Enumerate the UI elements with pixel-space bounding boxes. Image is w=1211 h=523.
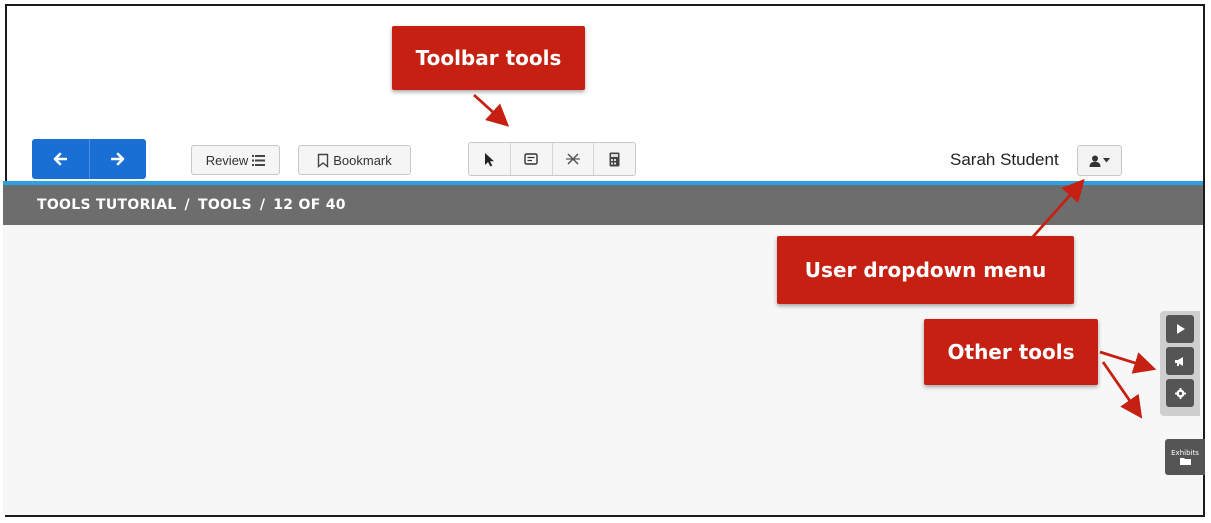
exhibits-button[interactable]: Exhibits [1165,439,1205,475]
callout-other-tools: Other tools [924,319,1098,385]
navigation-buttons [32,139,146,179]
calculator-tool[interactable] [593,143,635,175]
callout-other-text: Other tools [947,340,1075,364]
user-icon [1089,155,1101,167]
review-label: Review [205,152,249,168]
callout-user-dropdown: User dropdown menu [777,236,1074,304]
user-name: Sarah Student [950,150,1059,169]
caret-down-icon [1103,158,1110,163]
play-icon [1176,324,1185,334]
toolbar-tools [468,142,636,176]
breadcrumb-page: TOOLS [197,197,252,213]
folder-icon [1179,458,1191,465]
other-tools-panel [1160,311,1200,416]
breadcrumb-progress: 12 OF 40 [273,197,346,213]
review-button[interactable]: Review [191,145,280,175]
gear-icon [1174,387,1186,399]
strikethrough-icon [565,153,580,165]
strikethrough-tool[interactable] [551,143,594,175]
breadcrumb: TOOLS TUTORIAL / TOOLS / 12 OF 40 [3,185,1203,225]
note-tool[interactable] [509,143,552,175]
bookmark-label: Bookmark [333,152,392,168]
megaphone-icon [1175,356,1183,366]
breadcrumb-section: TOOLS TUTORIAL [37,197,177,213]
exhibits-label: Exhibits [1171,449,1199,457]
breadcrumb-separator: / [184,197,190,213]
bookmark-button[interactable]: Bookmark [298,145,411,175]
callout-toolbar-tools: Toolbar tools [392,26,585,90]
callout-toolbar-text: Toolbar tools [415,46,562,70]
user-dropdown-button[interactable] [1077,145,1122,176]
pointer-tool[interactable] [469,143,510,175]
arrow-left-icon [53,152,68,166]
bookmark-icon [318,153,329,168]
announcement-button[interactable] [1166,347,1194,375]
forward-button[interactable] [88,139,147,179]
calculator-icon [609,152,620,166]
note-icon [524,152,538,165]
callout-user-text: User dropdown menu [804,258,1047,282]
pointer-icon [485,152,495,166]
list-icon [252,154,266,166]
breadcrumb-separator: / [259,197,266,213]
arrow-right-icon [110,152,125,166]
back-button[interactable] [32,139,89,179]
settings-button[interactable] [1166,379,1194,407]
play-button[interactable] [1166,315,1194,343]
